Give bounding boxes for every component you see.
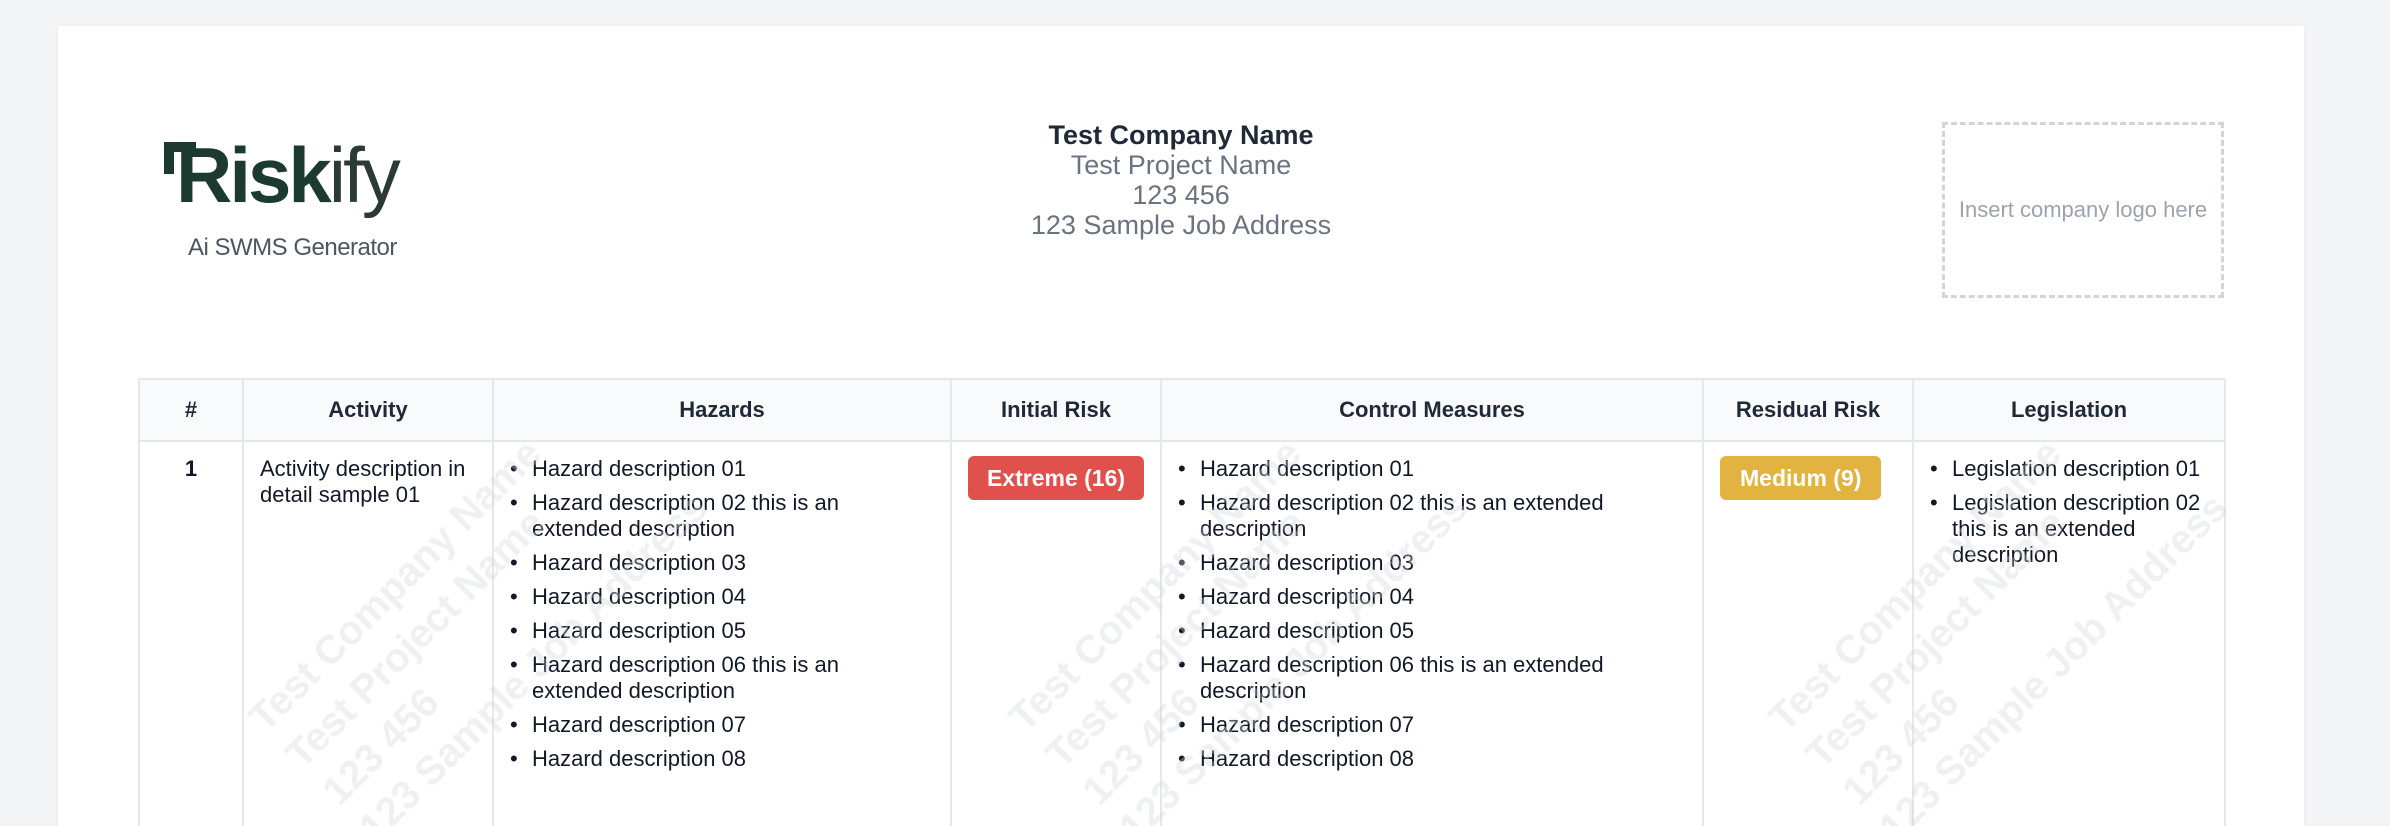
residual-risk-badge: Medium (9) <box>1720 456 1882 500</box>
control-item: Hazard description 01 <box>1178 456 1686 482</box>
logo-placeholder-text: Insert company logo here <box>1958 197 2208 222</box>
legislation-list: Legislation description 01 Legislation d… <box>1930 456 2208 568</box>
header-legislation: Legislation <box>1912 378 2226 442</box>
control-item: Hazard description 07 <box>1178 712 1686 738</box>
header-residual-risk: Residual Risk <box>1702 378 1914 442</box>
control-item: Hazard description 04 <box>1178 584 1686 610</box>
activity-text: Activity description in detail sample 01 <box>260 456 466 507</box>
hazard-item: Hazard description 05 <box>510 618 934 644</box>
initial-risk-cell: Extreme (16) <box>950 440 1162 826</box>
control-item: Hazard description 05 <box>1178 618 1686 644</box>
control-item: Hazard description 02 this is an extende… <box>1178 490 1686 542</box>
row-number: 1 <box>138 440 244 826</box>
hazard-item: Hazard description 08 <box>510 746 934 772</box>
hazard-item: Hazard description 01 <box>510 456 934 482</box>
header-hazards: Hazards <box>492 378 952 442</box>
swms-table-container: # Activity Hazards Initial Risk Control … <box>138 378 2226 826</box>
swms-document-page: Riskify Ai SWMS Generator Test Company N… <box>58 26 2304 826</box>
initial-risk-badge: Extreme (16) <box>968 456 1144 500</box>
legislation-item: Legislation description 01 <box>1930 456 2208 482</box>
legislation-item: Legislation description 02 this is an ex… <box>1930 490 2208 568</box>
control-measures-list: Hazard description 01 Hazard description… <box>1178 456 1686 772</box>
hazard-item: Hazard description 02 this is an extende… <box>510 490 934 542</box>
hazard-item: Hazard description 06 this is an extende… <box>510 652 934 704</box>
header-initial-risk: Initial Risk <box>950 378 1162 442</box>
control-item: Hazard description 06 this is an extende… <box>1178 652 1686 704</box>
control-item: Hazard description 03 <box>1178 550 1686 576</box>
hazards-cell: Hazard description 01 Hazard description… <box>492 440 952 826</box>
control-measures-cell: Hazard description 01 Hazard description… <box>1160 440 1704 826</box>
header-activity: Activity <box>242 378 494 442</box>
hazards-list: Hazard description 01 Hazard description… <box>510 456 934 772</box>
legislation-cell: Legislation description 01 Legislation d… <box>1912 440 2226 826</box>
control-item: Hazard description 08 <box>1178 746 1686 772</box>
activity-cell: Activity description in detail sample 01 <box>242 440 494 826</box>
company-logo-placeholder[interactable]: Insert company logo here <box>1942 122 2224 298</box>
header-number: # <box>138 378 244 442</box>
hazard-item: Hazard description 07 <box>510 712 934 738</box>
hazard-item: Hazard description 04 <box>510 584 934 610</box>
table-row: 1 Activity description in detail sample … <box>138 440 2226 826</box>
header-control-measures: Control Measures <box>1160 378 1704 442</box>
swms-table: # Activity Hazards Initial Risk Control … <box>138 378 2226 826</box>
table-header-row: # Activity Hazards Initial Risk Control … <box>138 378 2226 442</box>
residual-risk-cell: Medium (9) <box>1702 440 1914 826</box>
hazard-item: Hazard description 03 <box>510 550 934 576</box>
